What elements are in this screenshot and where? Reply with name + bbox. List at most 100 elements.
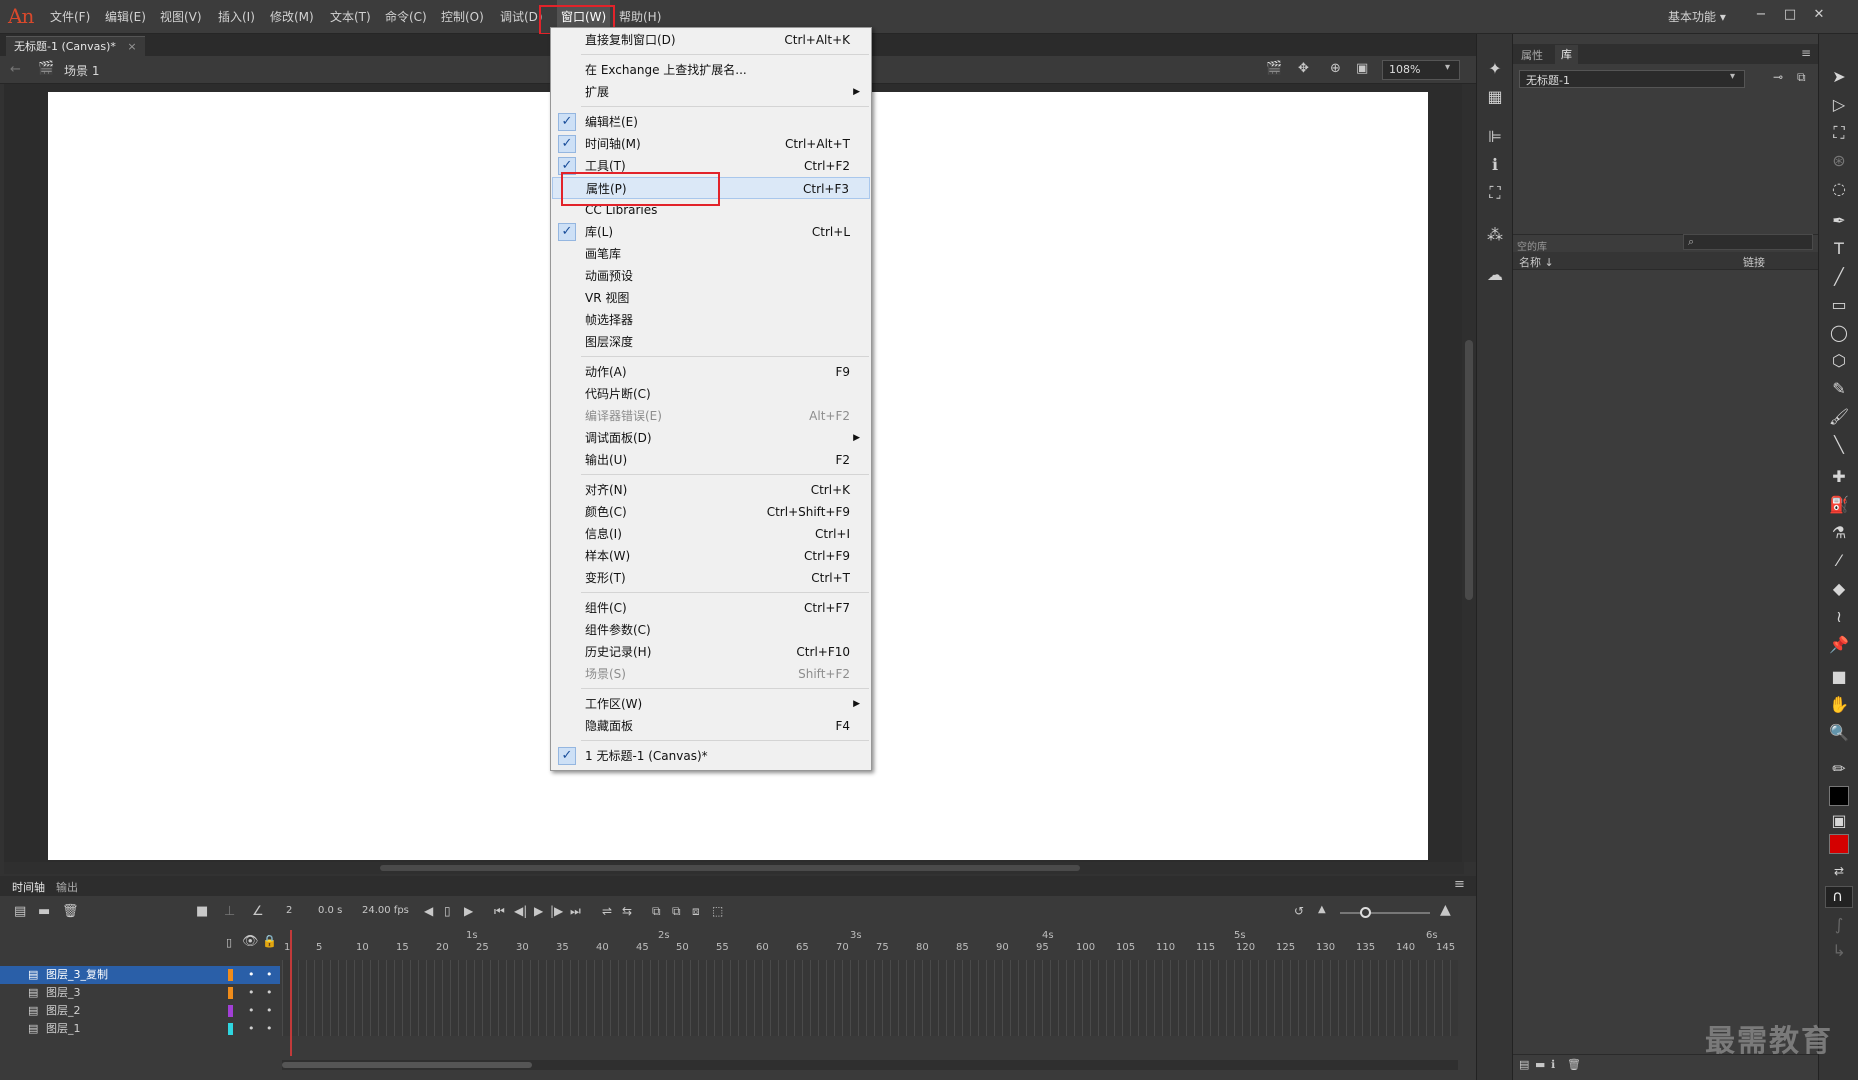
oval-tool-icon[interactable]: ◯ — [1827, 322, 1851, 344]
timeline-zoom-slider[interactable] — [1340, 912, 1430, 914]
menu-2[interactable]: 编辑(E) — [105, 0, 146, 34]
menu-3[interactable]: 视图(V) — [160, 0, 202, 34]
column-name[interactable]: 名称 ↓ — [1519, 254, 1554, 270]
menu-item[interactable]: 对齐(N) Ctrl+K — [552, 479, 870, 501]
ink-bottle-tool-icon[interactable]: ⚗ — [1827, 522, 1851, 544]
layer-row[interactable]: ▤ 图层_3_复制 • • — [0, 966, 280, 984]
layer-color-swatch[interactable] — [228, 987, 233, 999]
zoom-in-icon[interactable]: ▲ — [1440, 902, 1451, 918]
close-window-button[interactable]: ✕ — [1808, 6, 1830, 24]
new-library-panel-icon[interactable]: ⧉ — [1797, 70, 1806, 85]
horizontal-scroll-thumb[interactable] — [380, 865, 1080, 871]
library-document-select[interactable]: 无标题-1 ▾ — [1519, 70, 1745, 88]
delete-icon[interactable]: 🗑 — [1567, 1058, 1581, 1071]
pencil-tool-icon[interactable]: ✎ — [1827, 378, 1851, 400]
add-keyframe-icon[interactable]: ▯ — [444, 904, 451, 918]
lock-dot[interactable]: • — [266, 1002, 273, 1020]
zoom-tool-icon[interactable]: 🔍 — [1827, 722, 1851, 744]
code-snippets-icon[interactable]: ⁂ — [1483, 224, 1507, 246]
center-frame-icon[interactable]: ⇆ — [622, 904, 632, 918]
bone-tool-icon[interactable]: ✚ — [1827, 466, 1851, 488]
playhead[interactable] — [290, 930, 292, 1056]
menu-4[interactable]: 插入(I) — [218, 0, 255, 34]
visibility-dot[interactable]: • — [248, 966, 255, 984]
info-icon[interactable]: ℹ — [1483, 154, 1507, 176]
step-back-icon[interactable]: ◀| — [514, 904, 527, 918]
eyedropper-tool-icon[interactable]: ⁄ — [1827, 550, 1851, 572]
close-tab-icon[interactable]: × — [127, 40, 136, 53]
reset-zoom-icon[interactable]: ↺ — [1294, 904, 1304, 918]
free-transform-tool-icon[interactable]: ⛶ — [1827, 122, 1851, 144]
last-frame-icon[interactable]: ⏭ — [570, 904, 581, 919]
pin-icon[interactable]: ⊸ — [1773, 70, 1783, 84]
menu-item[interactable]: 隐藏面板 F4 — [552, 715, 870, 737]
edit-multiple-icon[interactable]: ⧈ — [692, 904, 700, 919]
timeline-hscroll-thumb[interactable] — [282, 1062, 532, 1068]
edit-scene-icon[interactable]: 🎬 — [1266, 61, 1282, 76]
lock-dot[interactable]: • — [266, 966, 273, 984]
menu-item[interactable]: ✓ 编辑栏(E) — [552, 111, 870, 133]
polystar-tool-icon[interactable]: ⬡ — [1827, 350, 1851, 372]
visibility-dot[interactable]: • — [248, 1002, 255, 1020]
menu-6[interactable]: 文本(T) — [330, 0, 371, 34]
onion-range-icon[interactable]: ⬚ — [712, 904, 723, 918]
menu-item[interactable]: 动作(A) F9 — [552, 361, 870, 383]
graph-icon[interactable]: ∠ — [252, 904, 264, 919]
smooth-icon[interactable]: ∫ — [1827, 914, 1851, 936]
menu-9[interactable]: 调试(D) — [500, 0, 543, 34]
layer-color-swatch[interactable] — [228, 969, 233, 981]
new-folder-icon[interactable]: ▬ — [1535, 1058, 1545, 1071]
lock-icon[interactable]: 🔒 — [262, 934, 277, 948]
document-tab[interactable]: 无标题-1 (Canvas)* × — [6, 36, 145, 56]
frame-ruler[interactable]: 1 5 10 15 20 25 30 35 40 45 50 55 60 65 70 75 80 85 90 95 10… — [282, 930, 1458, 960]
lock-dot[interactable]: • — [266, 1020, 273, 1038]
width-tool-icon[interactable]: ≀ — [1827, 606, 1851, 628]
layer-parent-icon[interactable]: ⊥ — [224, 904, 235, 919]
new-symbol-icon[interactable]: ▤ — [1519, 1058, 1529, 1071]
workspace-switcher[interactable]: 基本功能 ▾ — [1668, 0, 1726, 34]
vertical-scroll-thumb[interactable] — [1465, 340, 1473, 600]
swap-colors-icon[interactable]: ⇄ — [1827, 860, 1851, 882]
motion-presets-icon[interactable]: ✦ — [1483, 58, 1507, 80]
menu-item[interactable]: 颜色(C) Ctrl+Shift+F9 — [552, 501, 870, 523]
zoom-select[interactable]: 108% ▾ — [1382, 60, 1460, 80]
tab-properties[interactable]: 属性 — [1521, 47, 1543, 63]
frame-rate[interactable]: 24.00 fps — [362, 905, 409, 916]
column-linkage[interactable]: 链接 — [1743, 254, 1765, 270]
layer-name[interactable]: 图层_1 — [46, 1020, 81, 1038]
menu-7[interactable]: 命令(C) — [385, 0, 427, 34]
straighten-icon[interactable]: ↳ — [1827, 940, 1851, 962]
components-icon[interactable]: ▦ — [1483, 86, 1507, 108]
align-icon[interactable]: ⊫ — [1483, 126, 1507, 148]
menu-item[interactable]: 变形(T) Ctrl+T — [552, 567, 870, 589]
menu-item[interactable]: 动画预设 — [552, 265, 870, 287]
text-tool-icon[interactable]: T — [1827, 238, 1851, 260]
first-frame-icon[interactable]: ⏮ — [494, 904, 505, 919]
timeline-zoom-handle[interactable] — [1360, 907, 1371, 918]
lock-dot[interactable]: • — [266, 984, 273, 1002]
menu-item[interactable]: 帧选择器 — [552, 309, 870, 331]
lasso-tool-icon[interactable]: ◌ — [1827, 178, 1851, 200]
menu-item[interactable]: 调试面板(D) ▶ — [552, 427, 870, 449]
menu-item[interactable]: 输出(U) F2 — [552, 449, 870, 471]
menu-item[interactable]: 组件参数(C) — [552, 619, 870, 641]
tab-output[interactable]: 输出 — [56, 879, 78, 895]
layer-color-swatch[interactable] — [228, 1005, 233, 1017]
menu-item[interactable]: 工作区(W) ▶ — [552, 693, 870, 715]
menu-item[interactable]: 样本(W) Ctrl+F9 — [552, 545, 870, 567]
subselection-tool-icon[interactable]: ▷ — [1827, 94, 1851, 116]
highlight-layers-icon[interactable]: ▯ — [226, 936, 232, 949]
tab-timeline[interactable]: 时间轴 — [12, 879, 45, 895]
library-search-input[interactable]: ⌕ — [1683, 234, 1813, 250]
menu-item[interactable]: 信息(I) Ctrl+I — [552, 523, 870, 545]
play-icon[interactable]: ▶ — [534, 904, 543, 918]
eraser-tool-icon[interactable]: ◆ — [1827, 578, 1851, 600]
edit-symbol-icon[interactable]: ✥ — [1298, 61, 1309, 76]
asset-warp-tool-icon[interactable]: 📌 — [1827, 634, 1851, 656]
3d-rotation-tool-icon[interactable]: ⊛ — [1827, 150, 1851, 172]
cc-libraries-icon[interactable]: ☁ — [1483, 264, 1507, 286]
panel-menu-icon[interactable]: ≡ — [1801, 46, 1811, 60]
menu-8[interactable]: 控制(O) — [441, 0, 484, 34]
selection-tool-icon[interactable]: ➤ — [1827, 66, 1851, 88]
menu-1[interactable]: 文件(F) — [50, 0, 90, 34]
